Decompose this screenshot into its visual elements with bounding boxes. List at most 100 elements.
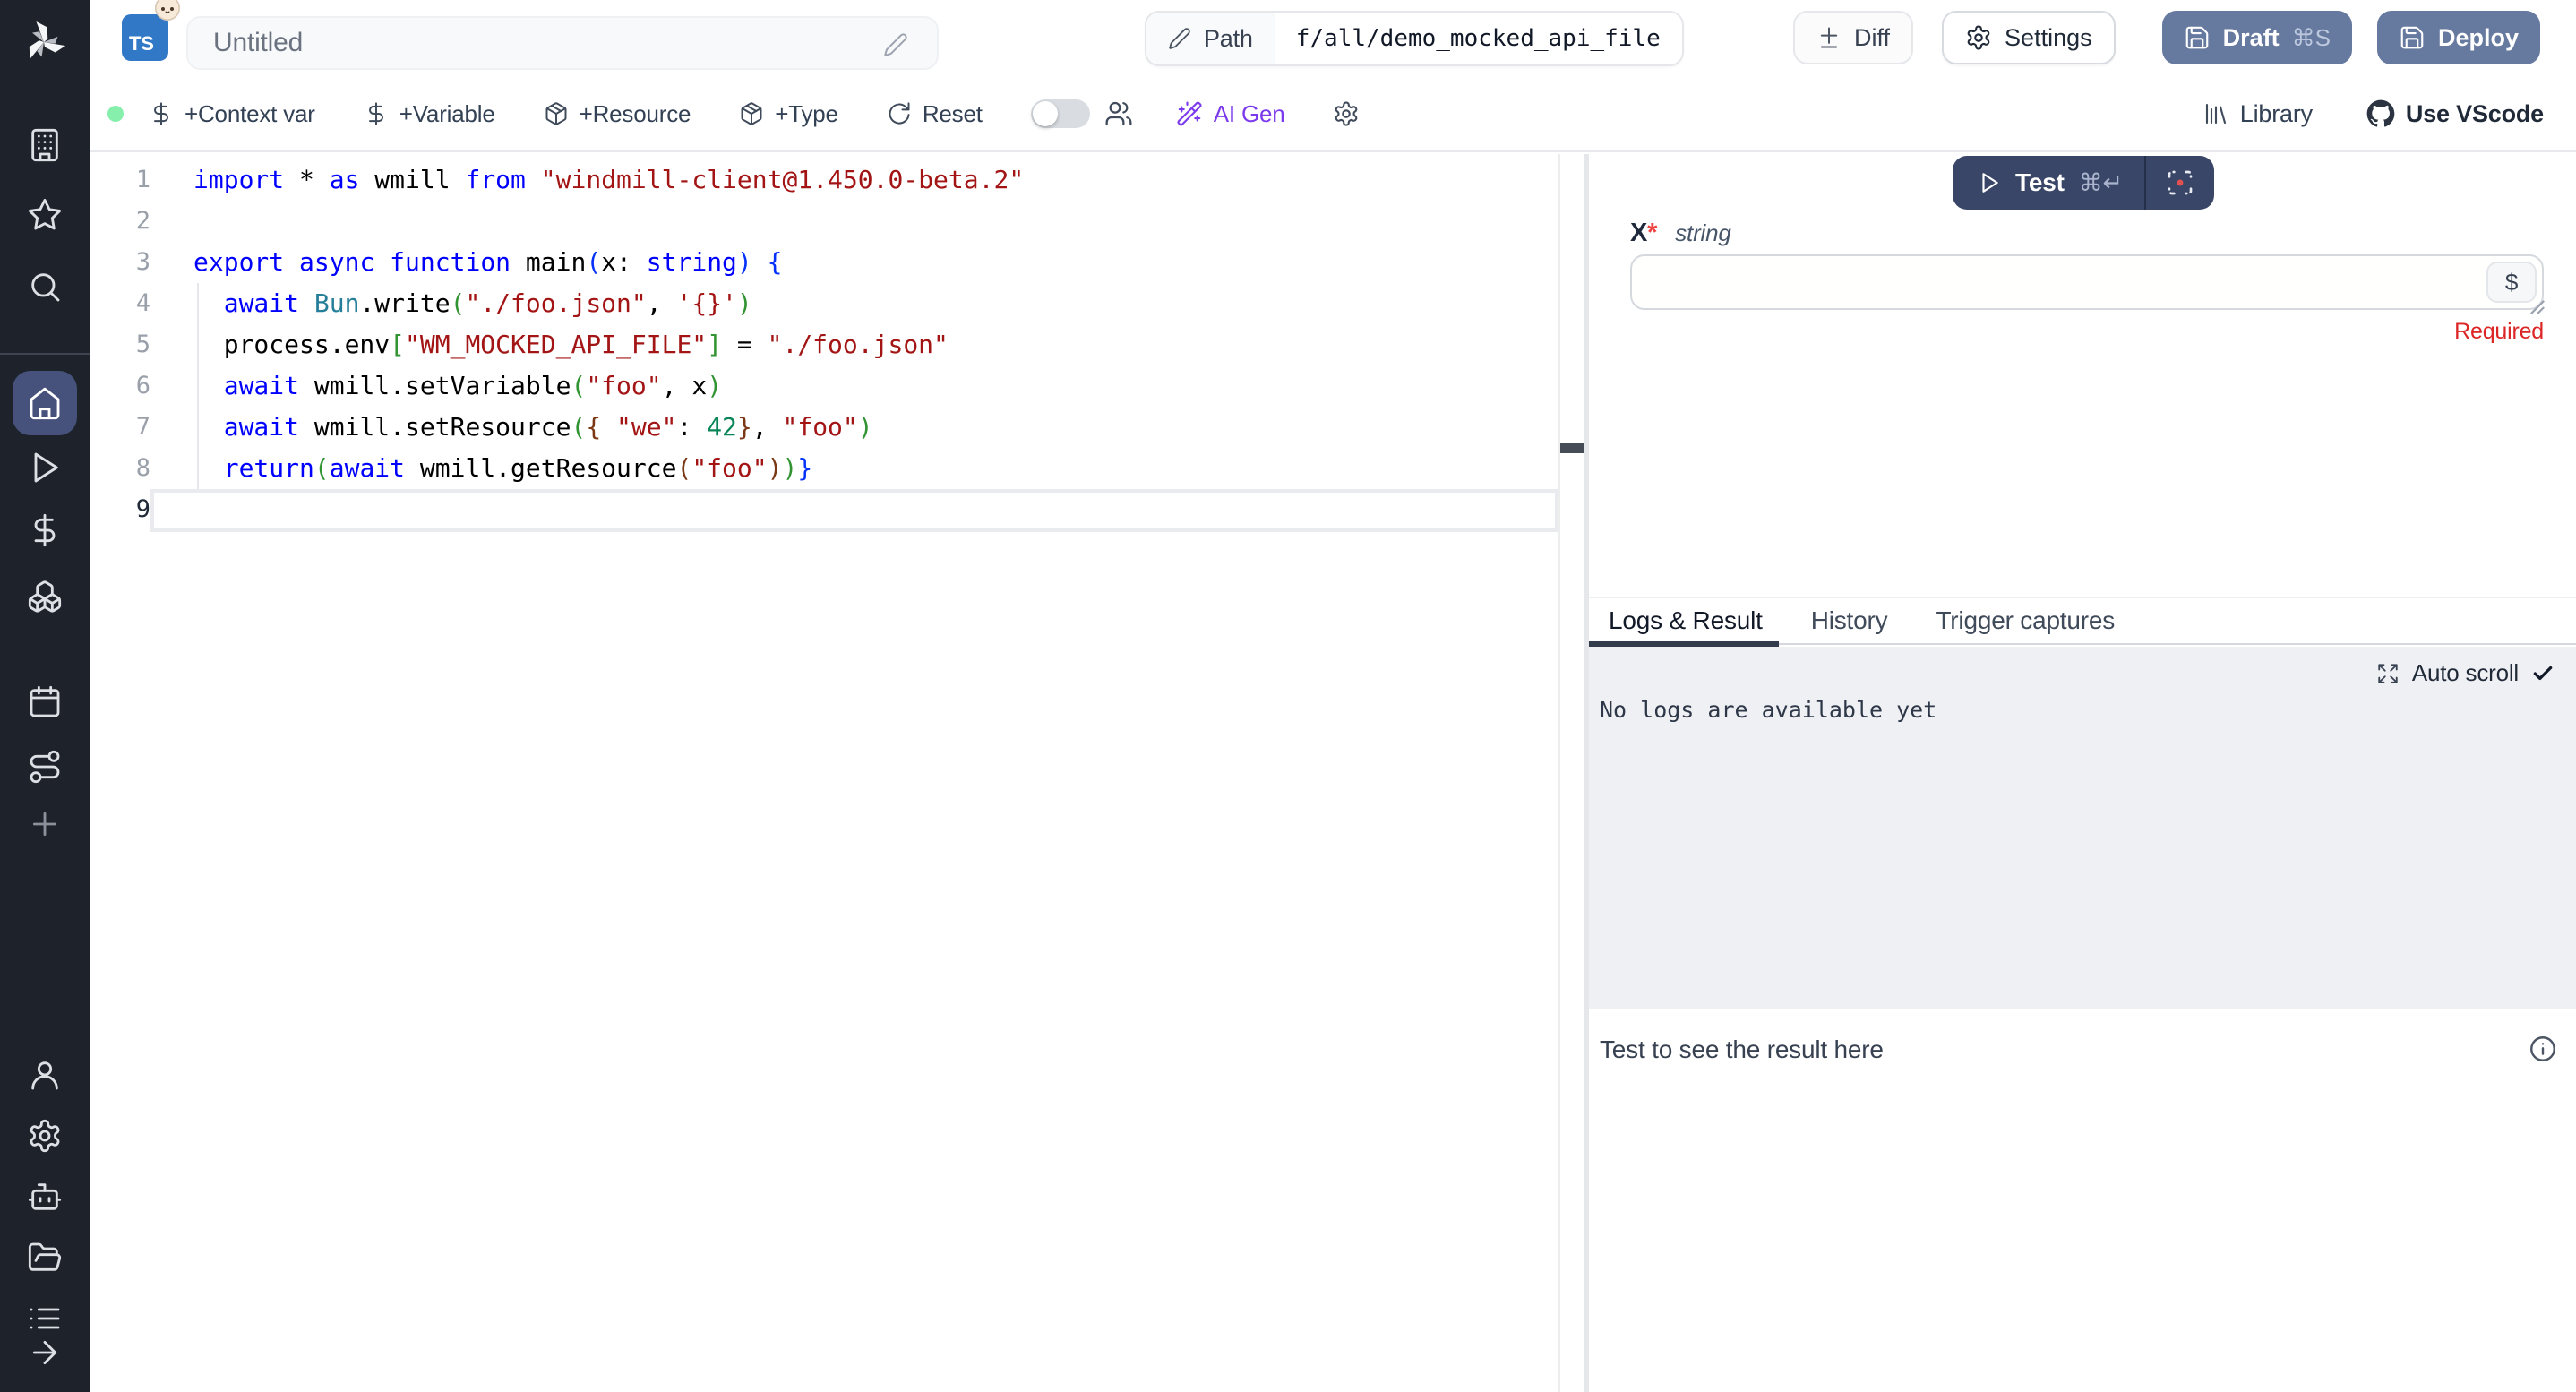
settings-gear-icon bbox=[1965, 24, 1992, 51]
search-icon[interactable] bbox=[27, 269, 63, 305]
code-line[interactable]: 8 return(await wmill.getResource("foo"))… bbox=[90, 448, 1584, 489]
line-content: import * as wmill from "windmill-client@… bbox=[150, 159, 1024, 201]
argument-input[interactable] bbox=[1630, 254, 2544, 310]
no-logs-message: No logs are available yet bbox=[1600, 697, 1936, 723]
code-line[interactable]: 6 await wmill.setVariable("foo", x) bbox=[90, 365, 1584, 407]
settings-gear-icon bbox=[1333, 100, 1360, 127]
code-line[interactable]: 4 await Bun.write("./foo.json", '{}') bbox=[90, 283, 1584, 324]
favorites-star-icon[interactable] bbox=[27, 197, 63, 233]
line-number: 5 bbox=[90, 324, 150, 365]
edit-title-pencil-icon[interactable] bbox=[883, 32, 908, 57]
expand-sidebar-arrow-icon[interactable] bbox=[27, 1335, 63, 1371]
collaborators-button[interactable] bbox=[1104, 99, 1133, 128]
toggle-knob bbox=[1033, 101, 1058, 126]
auto-scroll-control[interactable]: Auto scroll bbox=[2376, 659, 2555, 687]
diff-button[interactable]: Diff bbox=[1793, 11, 1913, 64]
preview-tabs: Logs & Result History Trigger captures bbox=[1589, 597, 2576, 645]
toolbar-right: Library Use VScode bbox=[2202, 99, 2576, 128]
github-icon bbox=[2366, 99, 2395, 128]
tab-trigger-captures[interactable]: Trigger captures bbox=[1936, 606, 2115, 635]
line-number: 3 bbox=[90, 242, 150, 283]
capture-button[interactable] bbox=[2146, 156, 2214, 210]
use-vscode-button[interactable]: Use VScode bbox=[2366, 99, 2544, 128]
edit-path-pencil-icon bbox=[1168, 27, 1191, 50]
schedules-calendar-icon[interactable] bbox=[27, 684, 63, 720]
settings-label: Settings bbox=[2005, 24, 2092, 52]
insert-variable-button[interactable]: $ bbox=[2486, 262, 2537, 303]
checkmark-icon bbox=[2531, 662, 2555, 685]
workspace-building-icon[interactable] bbox=[27, 127, 63, 163]
add-resource-button[interactable]: +Resource bbox=[544, 100, 691, 128]
multiplayer-toggle[interactable] bbox=[1031, 99, 1090, 128]
code-line[interactable]: 2 bbox=[90, 201, 1584, 242]
audit-list-icon[interactable] bbox=[27, 1301, 63, 1336]
add-type-button[interactable]: +Type bbox=[739, 100, 838, 128]
line-number: 2 bbox=[90, 201, 150, 242]
expand-icon[interactable] bbox=[2376, 662, 2400, 685]
tab-logs-result[interactable]: Logs & Result bbox=[1609, 606, 1763, 635]
code-line[interactable]: 9 bbox=[90, 489, 1584, 530]
windmill-script-editor: TS Untitled Path f/all/demo_mocked_api_f… bbox=[0, 0, 2576, 1392]
result-area: Test to see the result here bbox=[1589, 1009, 2576, 1392]
code-line[interactable]: 7 await wmill.setResource({ "we": 42}, "… bbox=[90, 407, 1584, 448]
argument-type: string bbox=[1675, 219, 1730, 247]
code-lines: 1import * as wmill from "windmill-client… bbox=[90, 154, 1584, 530]
dollar-icon bbox=[364, 101, 389, 126]
path-field[interactable]: Path f/all/demo_mocked_api_file bbox=[1145, 11, 1684, 66]
folders-icon[interactable] bbox=[27, 1240, 63, 1276]
add-variable-label: +Variable bbox=[399, 100, 495, 128]
line-content: process.env["WM_MOCKED_API_FILE"] = "./f… bbox=[150, 324, 949, 365]
top-bar: TS Untitled Path f/all/demo_mocked_api_f… bbox=[90, 0, 2576, 77]
add-context-var-label: +Context var bbox=[185, 100, 315, 128]
test-button-group: Test ⌘↵ bbox=[1953, 156, 2214, 210]
path-label-section[interactable]: Path bbox=[1146, 13, 1275, 64]
ai-gen-button[interactable]: AI Gen bbox=[1176, 100, 1285, 128]
code-editor[interactable]: 1import * as wmill from "windmill-client… bbox=[90, 154, 1584, 1392]
library-button[interactable]: Library bbox=[2202, 100, 2313, 128]
settings-button[interactable]: Settings bbox=[1942, 11, 2116, 64]
resize-handle-icon[interactable] bbox=[2529, 299, 2546, 315]
dollar-icon bbox=[149, 101, 174, 126]
line-number: 4 bbox=[90, 283, 150, 324]
add-variable-button[interactable]: +Variable bbox=[364, 100, 495, 128]
deploy-button[interactable]: Deploy bbox=[2377, 11, 2540, 64]
resources-boxes-icon[interactable] bbox=[27, 579, 63, 614]
refresh-icon bbox=[887, 101, 912, 126]
package-icon bbox=[544, 101, 569, 126]
workers-bot-icon[interactable] bbox=[27, 1179, 63, 1215]
path-value[interactable]: f/all/demo_mocked_api_file bbox=[1275, 13, 1682, 64]
test-button[interactable]: Test ⌘↵ bbox=[1953, 156, 2144, 210]
topbar-buttons: Diff Settings Draft ⌘S Deploy bbox=[1793, 11, 2540, 64]
editor-settings-button[interactable] bbox=[1333, 100, 1360, 127]
routes-icon[interactable] bbox=[27, 749, 63, 785]
user-icon[interactable] bbox=[27, 1057, 63, 1093]
draft-label: Draft bbox=[2223, 24, 2280, 52]
line-content: export async function main(x: string) { bbox=[150, 242, 783, 283]
add-plus-icon[interactable] bbox=[27, 806, 63, 842]
line-number: 8 bbox=[90, 448, 150, 489]
line-content: await wmill.setVariable("foo", x) bbox=[150, 365, 722, 407]
library-label: Library bbox=[2240, 100, 2313, 128]
draft-button[interactable]: Draft ⌘S bbox=[2162, 11, 2352, 64]
test-label: Test bbox=[2015, 168, 2065, 197]
windmill-logo-icon[interactable] bbox=[20, 18, 68, 66]
info-icon[interactable] bbox=[2528, 1034, 2558, 1064]
home-icon[interactable] bbox=[27, 385, 63, 421]
argument-name: X* bbox=[1630, 219, 1657, 248]
reset-label: Reset bbox=[923, 100, 983, 128]
runs-play-icon[interactable] bbox=[27, 450, 63, 485]
code-line[interactable]: 3export async function main(x: string) { bbox=[90, 242, 1584, 283]
code-line[interactable]: 5 process.env["WM_MOCKED_API_FILE"] = ".… bbox=[90, 324, 1584, 365]
auto-scroll-label: Auto scroll bbox=[2412, 659, 2519, 687]
save-deploy-icon bbox=[2399, 24, 2426, 51]
script-title-field[interactable]: Untitled bbox=[186, 16, 939, 70]
code-line[interactable]: 1import * as wmill from "windmill-client… bbox=[90, 159, 1584, 201]
settings-gear-icon[interactable] bbox=[27, 1118, 63, 1154]
add-resource-label: +Resource bbox=[580, 100, 691, 128]
tab-history[interactable]: History bbox=[1811, 606, 1888, 635]
line-content bbox=[150, 201, 193, 242]
play-icon bbox=[1978, 171, 2001, 194]
add-context-var-button[interactable]: +Context var bbox=[149, 100, 315, 128]
variables-dollar-icon[interactable] bbox=[27, 512, 63, 548]
reset-button[interactable]: Reset bbox=[887, 100, 983, 128]
